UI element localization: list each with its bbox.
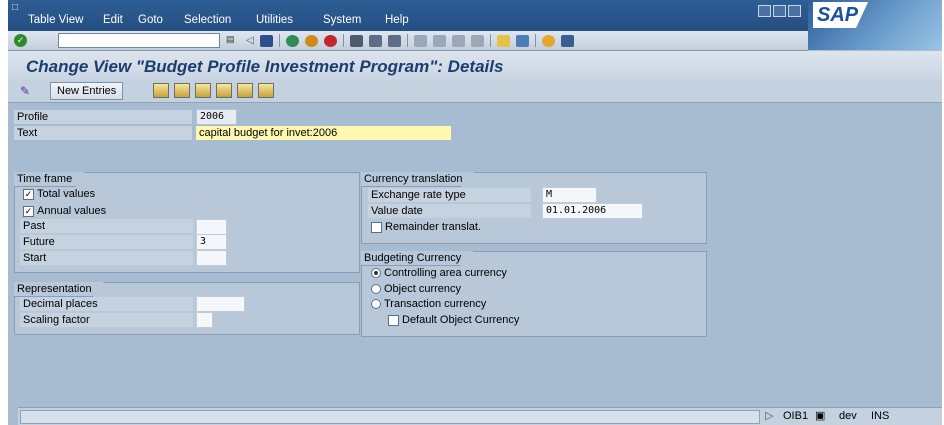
scaling-factor-field[interactable] [196, 312, 213, 328]
controlling-area-currency-label: Controlling area currency [384, 267, 507, 279]
enter-button[interactable]: ✓ [14, 34, 27, 47]
status-transaction: OIB1 [783, 410, 809, 422]
status-expand-icon[interactable]: ▷ [762, 410, 776, 422]
layout-menu-icon[interactable] [560, 34, 574, 47]
profile-field: 2006 [196, 109, 237, 125]
text-field[interactable]: capital budget for invet:2006 [196, 126, 451, 140]
representation-title: Representation [14, 282, 104, 297]
object-currency-radio[interactable]: Object currency [371, 282, 461, 296]
controlling-area-currency-radio[interactable]: Controlling area currency [371, 266, 507, 280]
copy-as-icon[interactable] [153, 83, 169, 98]
close-icon[interactable] [788, 5, 801, 17]
start-field[interactable] [196, 250, 227, 266]
toolbar-icons: ◁ [246, 34, 574, 47]
total-values-label: Total values [37, 188, 96, 200]
sap-logo-text: SAP [813, 2, 869, 28]
decimal-places-field[interactable] [196, 296, 245, 312]
last-page-icon[interactable] [470, 34, 484, 47]
app-toolbar-icons [153, 83, 274, 98]
previous-entry-icon[interactable] [216, 83, 232, 98]
currency-translation-title: Currency translation [361, 172, 475, 187]
menu-selection[interactable]: Selection [184, 14, 231, 26]
standard-toolbar: ✓ ▤ ◁ [8, 31, 808, 51]
profile-label: Profile [14, 110, 192, 124]
sap-logo: SAP [808, 0, 942, 50]
status-insert-mode: INS [871, 410, 890, 422]
next-page-icon[interactable] [451, 34, 465, 47]
system-menu-icon[interactable]: □ [12, 2, 18, 13]
select-all-icon[interactable] [258, 83, 274, 98]
back-icon[interactable] [285, 34, 299, 47]
command-history-icon[interactable]: ▤ [226, 34, 235, 45]
past-field[interactable] [196, 219, 227, 235]
annual-values-check-icon[interactable]: ✓ [23, 205, 34, 217]
next-entry-icon[interactable] [237, 83, 253, 98]
value-date-field[interactable]: 01.01.2006 [542, 203, 643, 219]
total-values-check-icon[interactable]: ✓ [23, 188, 34, 200]
time-frame-title: Time frame [14, 172, 85, 187]
text-label: Text [14, 126, 192, 140]
print-icon[interactable] [349, 34, 363, 47]
save-icon[interactable] [259, 34, 273, 47]
window-controls [758, 5, 801, 17]
value-date-label: Value date [368, 204, 531, 218]
undo-change-icon[interactable] [195, 83, 211, 98]
new-session-icon[interactable] [496, 34, 510, 47]
find-next-icon[interactable] [387, 34, 401, 47]
default-object-currency-label: Default Object Currency [402, 314, 520, 326]
menu-system[interactable]: System [323, 14, 361, 26]
transaction-currency-radio[interactable]: Transaction currency [371, 297, 486, 311]
command-field[interactable] [58, 33, 220, 48]
previous-page-icon[interactable] [432, 34, 446, 47]
menu-utilities[interactable]: Utilities [256, 14, 293, 26]
exchange-rate-type-field[interactable]: M [542, 187, 597, 203]
menu-edit[interactable]: Edit [103, 14, 123, 26]
past-label: Past [20, 219, 193, 233]
status-message-area [20, 410, 760, 424]
radio-selected-icon[interactable] [371, 268, 381, 279]
object-currency-label: Object currency [384, 283, 462, 295]
shortcut-icon[interactable] [515, 34, 529, 47]
minimize-icon[interactable] [758, 5, 771, 17]
future-label: Future [20, 235, 193, 249]
cancel-icon[interactable] [323, 34, 337, 47]
menu-bar: □ Table View Edit Goto Selection Utiliti… [8, 0, 942, 31]
page-title: Change View "Budget Profile Investment P… [26, 57, 504, 76]
scaling-factor-label: Scaling factor [20, 313, 193, 327]
help-icon[interactable] [541, 34, 555, 47]
back-arrow-icon[interactable]: ◁ [246, 35, 254, 46]
exit-icon[interactable] [304, 34, 318, 47]
remainder-translation-checkbox[interactable]: Remainder translat. [371, 220, 481, 234]
maximize-icon[interactable] [773, 5, 786, 17]
default-object-currency-check-icon[interactable] [388, 314, 399, 326]
annual-values-checkbox[interactable]: ✓ Annual values [23, 204, 106, 218]
annual-values-label: Annual values [37, 205, 107, 217]
future-field[interactable]: 3 [196, 234, 227, 250]
find-icon[interactable] [368, 34, 382, 47]
status-system: dev [839, 410, 857, 422]
remainder-translation-label: Remainder translat. [385, 221, 481, 233]
radio-unselected-icon[interactable] [371, 299, 381, 310]
decimal-places-label: Decimal places [20, 297, 193, 311]
title-bar: Change View "Budget Profile Investment P… [8, 51, 942, 80]
budgeting-currency-title: Budgeting Currency [361, 251, 474, 266]
application-toolbar: ✎ New Entries [8, 80, 942, 103]
default-object-currency-checkbox[interactable]: Default Object Currency [388, 313, 519, 327]
transaction-currency-label: Transaction currency [384, 298, 487, 310]
delete-icon[interactable] [174, 83, 190, 98]
status-bar: ▷ OIB1 ▣ dev INS [18, 407, 942, 425]
menu-table-view[interactable]: Table View [28, 14, 83, 26]
first-page-icon[interactable] [413, 34, 427, 47]
menu-goto[interactable]: Goto [138, 14, 163, 26]
display-change-icon[interactable]: ✎ [20, 84, 30, 98]
new-entries-button[interactable]: New Entries [50, 82, 124, 100]
sap-window: □ Table View Edit Goto Selection Utiliti… [8, 0, 942, 425]
exchange-rate-type-label: Exchange rate type [368, 188, 531, 202]
remainder-check-icon[interactable] [371, 221, 382, 233]
total-values-checkbox[interactable]: ✓ Total values [23, 187, 95, 201]
menu-help[interactable]: Help [385, 14, 409, 26]
status-session-icon[interactable]: ▣ [812, 410, 828, 422]
radio-unselected-icon[interactable] [371, 284, 381, 295]
start-label: Start [20, 251, 193, 265]
